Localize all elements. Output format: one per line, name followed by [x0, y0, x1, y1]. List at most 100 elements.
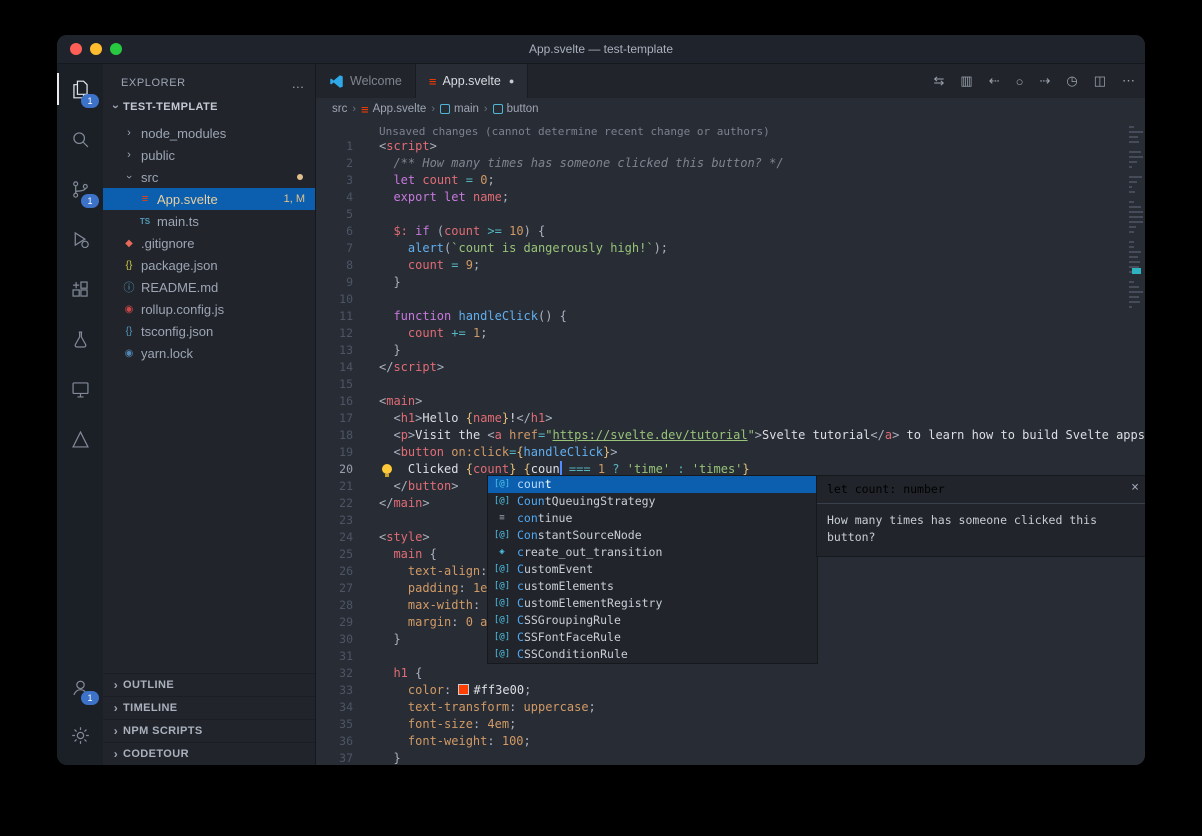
sidebar-section-codetour[interactable]: ›CODETOUR [103, 742, 315, 765]
testing-icon[interactable] [57, 314, 103, 364]
code-line[interactable]: <h1>Hello {name}!</h1> [379, 410, 552, 427]
lightbulb-icon[interactable] [382, 464, 392, 474]
settings-gear-icon[interactable] [57, 711, 103, 759]
code-line[interactable]: </main> [379, 495, 430, 512]
suggest-item-CountQueuingStrategy[interactable]: [@]CountQueuingStrategy [488, 493, 817, 510]
suggest-item-continue[interactable]: ≡continue [488, 510, 817, 527]
code-line[interactable]: } [379, 342, 401, 359]
accounts-icon[interactable]: 1 [57, 663, 103, 711]
more-actions-icon[interactable]: ⋯ [1122, 73, 1135, 89]
suggest-item-CustomEvent[interactable]: [@]CustomEvent [488, 561, 817, 578]
unsaved-dot-icon[interactable]: ● [509, 76, 514, 86]
project-name: TEST-TEMPLATE [123, 101, 218, 113]
suggest-item-count[interactable]: [@]count [488, 476, 817, 493]
tab-welcome[interactable]: Welcome [316, 64, 416, 98]
search-icon[interactable] [57, 114, 103, 164]
code-line[interactable]: count += 1; [379, 325, 487, 342]
suggest-item-ConstantSourceNode[interactable]: [@]ConstantSourceNode [488, 527, 817, 544]
suggest-item-CSSGroupingRule[interactable]: [@]CSSGroupingRule [488, 612, 817, 629]
code-line[interactable]: </script> [379, 359, 444, 376]
suggest-item-create_out_transition[interactable]: ◈create_out_transition [488, 544, 817, 561]
close-window-icon[interactable] [70, 43, 82, 55]
sidebar-section-outline[interactable]: ›OUTLINE [103, 673, 315, 696]
code-line[interactable]: <button on:click={handleClick}> [379, 444, 618, 461]
symbol-keyword-icon: ≡ [492, 510, 512, 527]
minimize-window-icon[interactable] [90, 43, 102, 55]
split-editor-icon[interactable]: ◫ [1094, 73, 1106, 89]
minimap-line [1129, 286, 1139, 288]
explorer-item-public[interactable]: ›public [103, 144, 315, 166]
suggest-item-CSSConditionRule[interactable]: [@]CSSConditionRule [488, 646, 817, 663]
explorer-item-main.ts[interactable]: TSmain.ts [103, 210, 315, 232]
minimap[interactable] [1127, 120, 1145, 765]
breadcrumb-item-button[interactable]: button [493, 103, 539, 115]
extensions-icon[interactable] [57, 264, 103, 314]
sidebar-section-npm-scripts[interactable]: ›NPM SCRIPTS [103, 719, 315, 742]
code-line[interactable]: main { [379, 546, 437, 563]
azure-icon[interactable] [57, 414, 103, 464]
explorer-item-src[interactable]: ›src [103, 166, 315, 188]
code-line[interactable]: <main> [379, 393, 422, 410]
code-line[interactable]: } [379, 274, 401, 291]
code-line[interactable]: color: #ff3e00; [379, 682, 531, 699]
suggest-label: create_out_transition [517, 544, 662, 561]
suggest-item-customElements[interactable]: [@]customElements [488, 578, 817, 595]
file-history-icon[interactable]: ◷ [1066, 73, 1077, 89]
explorer-item-App.svelte[interactable]: ≡App.svelte1, M [103, 188, 315, 210]
code-line[interactable]: /** How many times has someone clicked t… [379, 155, 784, 172]
suggest-item-CustomElementRegistry[interactable]: [@]CustomElementRegistry [488, 595, 817, 612]
code-line[interactable]: <script> [379, 138, 437, 155]
code-line[interactable]: count = 9; [379, 257, 480, 274]
code-editor[interactable]: Unsaved changes (cannot determine recent… [316, 120, 1145, 765]
explorer-item-.gitignore[interactable]: ◆.gitignore [103, 232, 315, 254]
explorer-item-yarn.lock[interactable]: ◉yarn.lock [103, 342, 315, 364]
tab-app-svelte[interactable]: ≡ App.svelte ● [416, 64, 528, 98]
code-line[interactable]: padding: 1em; [379, 580, 502, 597]
breadcrumb-item-src[interactable]: src [332, 103, 347, 115]
code-line[interactable]: let count = 0; [379, 172, 495, 189]
code-line[interactable]: text-transform: uppercase; [379, 699, 596, 716]
tab-bar: Welcome ≡ App.svelte ● ⇆ ▥ ⇠ ○ ⇢ ◷ ◫ ⋯ [316, 64, 1145, 98]
minimap-line [1129, 226, 1136, 228]
minimap-line [1129, 281, 1134, 283]
project-root-item[interactable]: › TEST-TEMPLATE [103, 96, 315, 118]
suggest-label: CustomEvent [517, 561, 593, 578]
close-icon[interactable]: × [1131, 479, 1139, 496]
code-line[interactable]: h1 { [379, 665, 422, 682]
explorer-item-rollup.config.js[interactable]: ◉rollup.config.js [103, 298, 315, 320]
minimap-line [1129, 141, 1139, 143]
remote-explorer-icon[interactable] [57, 364, 103, 414]
code-line[interactable]: $: if (count >= 10) { [379, 223, 545, 240]
previous-change-icon[interactable]: ⇠ [989, 73, 1000, 89]
explorer-more-actions-icon[interactable]: … [291, 76, 305, 91]
code-line[interactable]: } [379, 750, 401, 765]
code-line[interactable]: <p>Visit the <a href="https://svelte.dev… [379, 427, 1145, 444]
code-line[interactable]: } [379, 631, 401, 648]
open-changes-icon[interactable]: ⇆ [933, 73, 944, 89]
code-line[interactable]: function handleClick() { [379, 308, 567, 325]
breadcrumb-item-app.svelte[interactable]: ≡App.svelte [361, 102, 426, 117]
explorer-item-package.json[interactable]: {}package.json [103, 254, 315, 276]
svelte-file-icon: ≡ [361, 102, 369, 117]
explorer-item-tsconfig.json[interactable]: {}tsconfig.json [103, 320, 315, 342]
explorer-item-README.md[interactable]: ⓘREADME.md [103, 276, 315, 298]
zoom-window-icon[interactable] [110, 43, 122, 55]
run-debug-icon[interactable] [57, 214, 103, 264]
code-line[interactable]: export let name; [379, 189, 509, 206]
open-preview-icon[interactable]: ▥ [960, 73, 972, 89]
code-line[interactable]: <style> [379, 529, 430, 546]
explorer-icon[interactable]: 1 [57, 64, 103, 114]
gutter-indicator-icon[interactable]: ○ [1016, 74, 1024, 89]
code-line[interactable]: font-size: 4em; [379, 716, 516, 733]
source-control-icon[interactable]: 1 [57, 164, 103, 214]
sidebar-section-timeline[interactable]: ›TIMELINE [103, 696, 315, 719]
line-number: 24 [316, 529, 353, 546]
breadcrumb-item-main[interactable]: main [440, 103, 479, 115]
code-line[interactable]: font-weight: 100; [379, 733, 531, 750]
line-number: 36 [316, 733, 353, 750]
code-line[interactable]: alert(`count is dangerously high!`); [379, 240, 668, 257]
code-line[interactable]: </button> [379, 478, 459, 495]
next-change-icon[interactable]: ⇢ [1039, 73, 1050, 89]
suggest-item-CSSFontFaceRule[interactable]: [@]CSSFontFaceRule [488, 629, 817, 646]
explorer-item-node_modules[interactable]: ›node_modules [103, 122, 315, 144]
